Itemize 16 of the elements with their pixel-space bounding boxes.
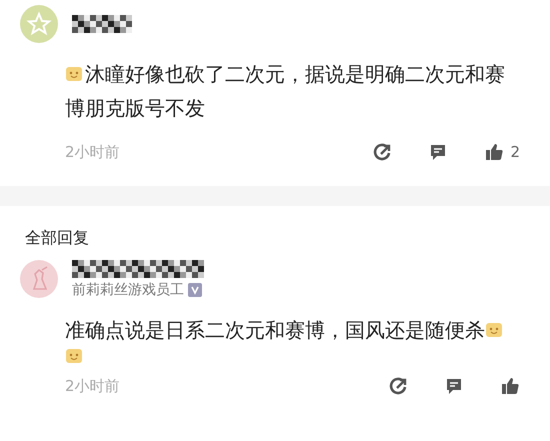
- section-title: 全部回复: [24, 226, 90, 248]
- sticker-icon: [485, 320, 503, 338]
- user-title: 前莉莉丝游戏员工: [72, 280, 184, 298]
- timestamp: 2小时前: [65, 142, 120, 163]
- comment-text: 博朋克版号不发: [65, 95, 205, 122]
- like-count: 2: [510, 142, 520, 163]
- sticker-icon: [65, 65, 83, 83]
- timestamp: 2小时前: [65, 376, 120, 396]
- sticker-icon: [65, 346, 83, 364]
- comment-text: 沐瞳好像也砍了二次元，据说是明确二次元和赛: [85, 61, 505, 88]
- thumbs-up-icon[interactable]: [500, 376, 520, 396]
- share-icon[interactable]: [372, 142, 392, 162]
- thumbs-up-icon[interactable]: [484, 142, 504, 162]
- comment-text: 准确点说是日系二次元和赛博，国风还是随便杀: [65, 316, 485, 344]
- pixelated-name: [72, 15, 132, 33]
- share-icon[interactable]: [388, 376, 408, 396]
